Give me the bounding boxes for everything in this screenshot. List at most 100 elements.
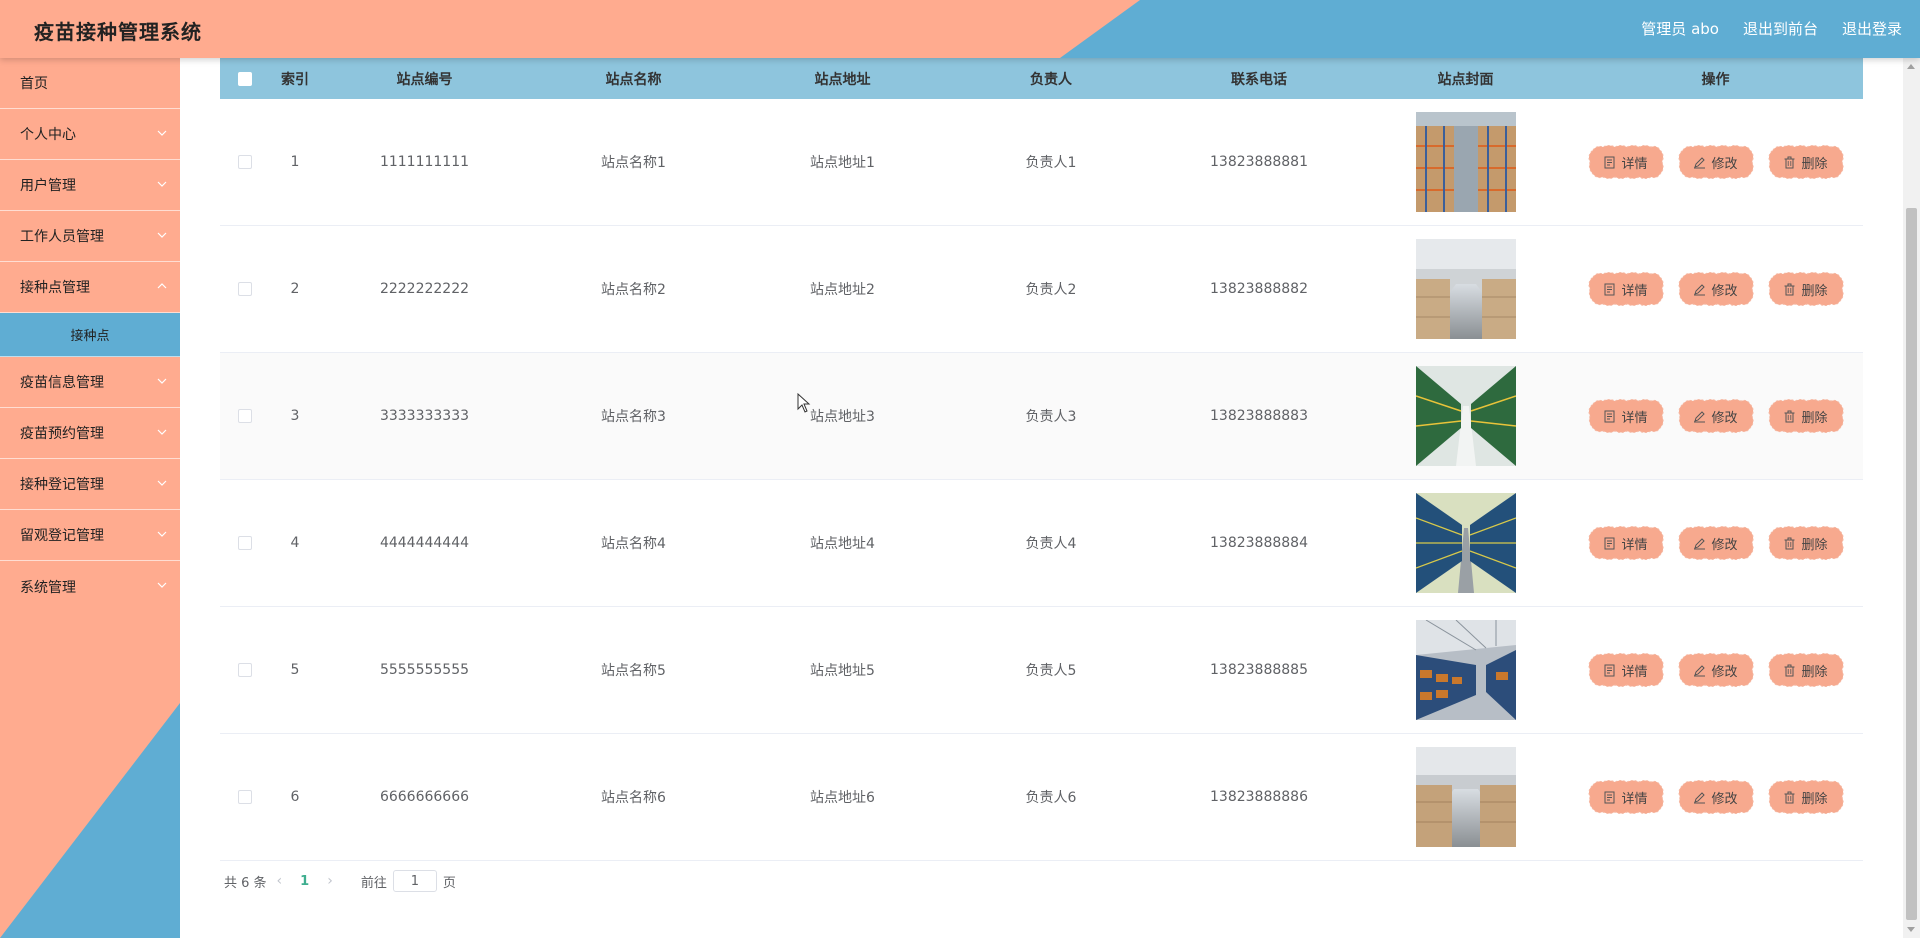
site-name-cell: 站点名称2 [601,282,666,298]
delete-label: 删除 [1801,156,1828,172]
sidebar-item-home[interactable]: 首页 [0,58,180,109]
detail-button[interactable]: 详情 [1587,397,1665,435]
edit-label: 修改 [1711,791,1738,807]
chevron-down-icon [157,130,167,136]
edit-button[interactable]: 修改 [1677,651,1755,689]
delete-button[interactable]: 删除 [1767,270,1845,308]
main-content: 索引 站点编号 站点名称 站点地址 负责人 联系电话 站点封面 操作 1 111… [180,58,1903,938]
detail-label: 详情 [1621,410,1648,426]
delete-button[interactable]: 删除 [1767,778,1845,816]
sidebar-item-vaccine-appointment[interactable]: 疫苗预约管理 [0,408,180,459]
index-cell: 1 [290,154,300,170]
trash-icon [1783,156,1796,169]
row-checkbox[interactable] [238,663,252,677]
edit-button[interactable]: 修改 [1677,524,1755,562]
chevron-down-icon [157,181,167,187]
sidebar-item-vaccination-register[interactable]: 接种登记管理 [0,459,180,510]
delete-button[interactable]: 删除 [1767,397,1845,435]
edit-button[interactable]: 修改 [1677,778,1755,816]
detail-button[interactable]: 详情 [1587,651,1665,689]
edit-button[interactable]: 修改 [1677,143,1755,181]
row-checkbox[interactable] [238,536,252,550]
goto-page-input[interactable] [392,870,437,892]
row-checkbox-cell [220,607,270,733]
sidebar-item-label: 疫苗信息管理 [20,375,104,391]
detail-label: 详情 [1621,283,1648,299]
header-user-menu: 管理员 abo 退出到前台 退出登录 [1641,18,1902,39]
document-icon [1603,156,1616,169]
chevron-down-icon [157,232,167,238]
header-background [0,0,1920,58]
scroll-thumb[interactable] [1906,208,1917,920]
delete-button[interactable]: 删除 [1767,143,1845,181]
back-to-front-link[interactable]: 退出到前台 [1743,18,1818,39]
edit-label: 修改 [1711,537,1738,553]
document-icon [1603,283,1616,296]
detail-button[interactable]: 详情 [1587,524,1665,562]
person-cell: 负责人5 [1025,663,1077,679]
phone-cell: 13823888883 [1210,408,1308,424]
site-address-cell: 站点地址4 [810,536,875,552]
sidebar-item-system-management[interactable]: 系统管理 [0,561,180,612]
site-address-cell: 站点地址3 [810,409,875,425]
site-address-cell: 站点地址1 [810,155,875,171]
site-code-cell: 2222222222 [379,281,470,297]
row-checkbox[interactable] [238,282,252,296]
cover-cell [1363,226,1568,352]
sidebar-item-label: 工作人员管理 [20,229,104,245]
sidebar-subitem-site[interactable]: 接种点 [0,313,180,357]
delete-button[interactable]: 删除 [1767,524,1845,562]
site-cover-image [1415,366,1516,466]
sidebar-item-label: 系统管理 [20,579,76,596]
page-scrollbar[interactable] [1903,58,1920,938]
person-cell: 负责人6 [1025,790,1077,806]
edit-label: 修改 [1711,283,1738,299]
select-all-checkbox[interactable] [238,71,252,86]
actions-cell: 详情 修改 删除 [1568,480,1863,606]
row-checkbox[interactable] [238,155,252,169]
column-header: 操作 [1701,71,1730,88]
row-checkbox-cell [220,226,270,352]
sidebar-item-staff-management[interactable]: 工作人员管理 [0,211,180,262]
trash-icon [1783,537,1796,550]
scroll-up-icon[interactable] [1907,64,1915,69]
table-row: 3 3333333333 站点名称3 站点地址3 负责人3 1382388888… [220,353,1863,480]
site-cover-image [1415,747,1516,847]
sidebar-item-personal-center[interactable]: 个人中心 [0,109,180,160]
table-row: 2 2222222222 站点名称2 站点地址2 负责人2 1382388888… [220,226,1863,353]
row-checkbox[interactable] [238,790,252,804]
next-page-icon[interactable]: › [327,873,333,889]
sidebar-item-site-management[interactable]: 接种点管理 [0,262,180,313]
sidebar-item-label: 个人中心 [20,127,76,143]
edit-button[interactable]: 修改 [1677,270,1755,308]
edit-icon [1693,791,1706,804]
edit-icon [1693,283,1706,296]
row-checkbox[interactable] [238,409,252,423]
detail-button[interactable]: 详情 [1587,778,1665,816]
prev-page-icon[interactable]: ‹ [277,873,283,889]
total-count: 共 6 条 [224,875,267,891]
top-header: 疫苗接种管理系统 管理员 abo 退出到前台 退出登录 [0,0,1920,58]
sidebar-item-user-management[interactable]: 用户管理 [0,160,180,211]
delete-button[interactable]: 删除 [1767,651,1845,689]
detail-button[interactable]: 详情 [1587,143,1665,181]
edit-button[interactable]: 修改 [1677,397,1755,435]
site-address-cell: 站点地址6 [810,790,875,806]
cover-cell [1363,734,1568,860]
current-page[interactable]: 1 [300,874,309,889]
detail-button[interactable]: 详情 [1587,270,1665,308]
detail-label: 详情 [1621,537,1648,553]
site-name-cell: 站点名称1 [601,155,666,171]
site-code-cell: 4444444444 [379,535,470,551]
logout-link[interactable]: 退出登录 [1842,18,1902,39]
index-cell: 5 [290,662,300,678]
sidebar-item-observation-register[interactable]: 留观登记管理 [0,510,180,561]
document-icon [1603,664,1616,677]
site-cover-image [1415,239,1516,339]
site-code-cell: 3333333333 [379,408,470,424]
scroll-down-icon[interactable] [1907,927,1915,932]
sidebar-item-vaccine-info[interactable]: 疫苗信息管理 [0,357,180,408]
detail-label: 详情 [1621,791,1648,807]
admin-user-label[interactable]: 管理员 abo [1641,18,1719,39]
person-cell: 负责人2 [1025,282,1077,298]
